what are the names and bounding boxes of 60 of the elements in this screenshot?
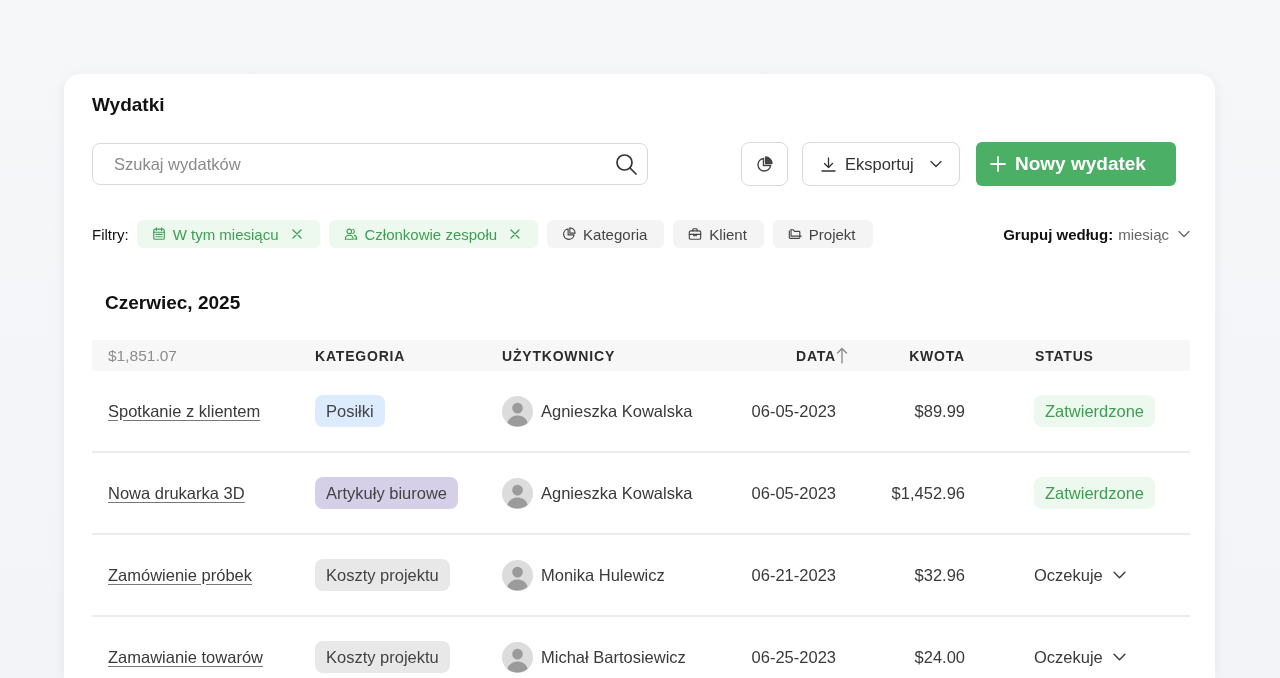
briefcase-icon bbox=[688, 227, 703, 241]
chevron-down-icon bbox=[1112, 653, 1126, 661]
category-tag: Koszty projektu bbox=[315, 641, 450, 673]
user-name: Agnieszka Kowalska bbox=[541, 401, 693, 421]
category-tag: Posiłki bbox=[315, 395, 385, 427]
close-icon[interactable] bbox=[291, 229, 302, 239]
search-icon[interactable] bbox=[615, 153, 637, 175]
status-badge: Zatwierdzone bbox=[1034, 395, 1156, 427]
column-header: UŻYTKOWNICY bbox=[502, 347, 615, 364]
column-header: KATEGORIA bbox=[315, 347, 406, 364]
avatar-icon bbox=[502, 559, 533, 591]
filter-chip[interactable]: Klient bbox=[673, 220, 764, 248]
expense-link[interactable]: Spotkanie z klientem bbox=[108, 401, 261, 420]
expense-date: 06-21-2023 bbox=[751, 565, 836, 584]
user-name: Monika Hulewicz bbox=[541, 565, 665, 585]
total-amount: $1,851.07 bbox=[107, 346, 177, 365]
expense-amount: $1,452.96 bbox=[891, 483, 965, 502]
avatar-icon bbox=[502, 395, 533, 427]
filter-chip[interactable]: Projekt bbox=[772, 220, 873, 248]
user-name: Agnieszka Kowalska bbox=[541, 483, 693, 503]
close-icon[interactable] bbox=[510, 229, 521, 239]
folder-icon bbox=[787, 227, 802, 241]
expense-link[interactable]: Zamawianie towarów bbox=[108, 647, 263, 666]
status-dropdown[interactable]: Oczekuje bbox=[1034, 647, 1126, 667]
expense-date: 06-25-2023 bbox=[751, 647, 836, 666]
calendar-icon bbox=[151, 227, 166, 241]
month-heading: Czerwiec, 2025 bbox=[105, 291, 241, 315]
chevron-down-icon bbox=[1178, 230, 1190, 238]
export-button[interactable]: Eksportuj bbox=[802, 142, 960, 186]
sort-arrow-icon[interactable] bbox=[836, 347, 848, 364]
category-tag: Koszty projektu bbox=[315, 559, 450, 591]
status-dropdown[interactable]: Oczekuje bbox=[1034, 565, 1126, 585]
expense-date: 06-05-2023 bbox=[751, 483, 836, 502]
download-icon bbox=[821, 156, 836, 172]
expense-amount: $24.00 bbox=[914, 647, 965, 666]
expense-amount: $89.99 bbox=[914, 401, 965, 420]
column-header: DATA bbox=[796, 347, 836, 364]
avatar-icon bbox=[502, 641, 533, 673]
page-title: Wydatki bbox=[92, 93, 165, 117]
search-field[interactable]: Szukaj wydatków bbox=[92, 143, 648, 185]
category-tag: Artykuły biurowe bbox=[315, 477, 459, 509]
group-by-dropdown[interactable]: Grupuj według: miesiąc bbox=[1003, 225, 1190, 243]
users-icon bbox=[343, 227, 358, 241]
avatar-icon bbox=[502, 477, 533, 509]
pie-chart-icon bbox=[562, 227, 577, 241]
chart-button[interactable] bbox=[741, 142, 788, 186]
user-name: Michał Bartosiewicz bbox=[541, 647, 686, 667]
filters-label: Filtry: bbox=[92, 225, 129, 243]
plus-icon bbox=[990, 156, 1006, 172]
status-badge: Zatwierdzone bbox=[1034, 477, 1156, 509]
expense-amount: $32.96 bbox=[914, 565, 965, 584]
expense-link[interactable]: Zamówienie próbek bbox=[108, 565, 252, 584]
chevron-down-icon bbox=[1112, 571, 1126, 579]
pie-chart-icon bbox=[756, 155, 773, 173]
column-header: STATUS bbox=[1035, 347, 1094, 364]
filter-chip[interactable]: Kategoria bbox=[547, 220, 665, 248]
chevron-down-icon bbox=[930, 160, 942, 168]
column-header: KWOTA bbox=[909, 347, 965, 364]
expense-date: 06-05-2023 bbox=[751, 401, 836, 420]
expense-link[interactable]: Nowa drukarka 3D bbox=[108, 483, 245, 502]
